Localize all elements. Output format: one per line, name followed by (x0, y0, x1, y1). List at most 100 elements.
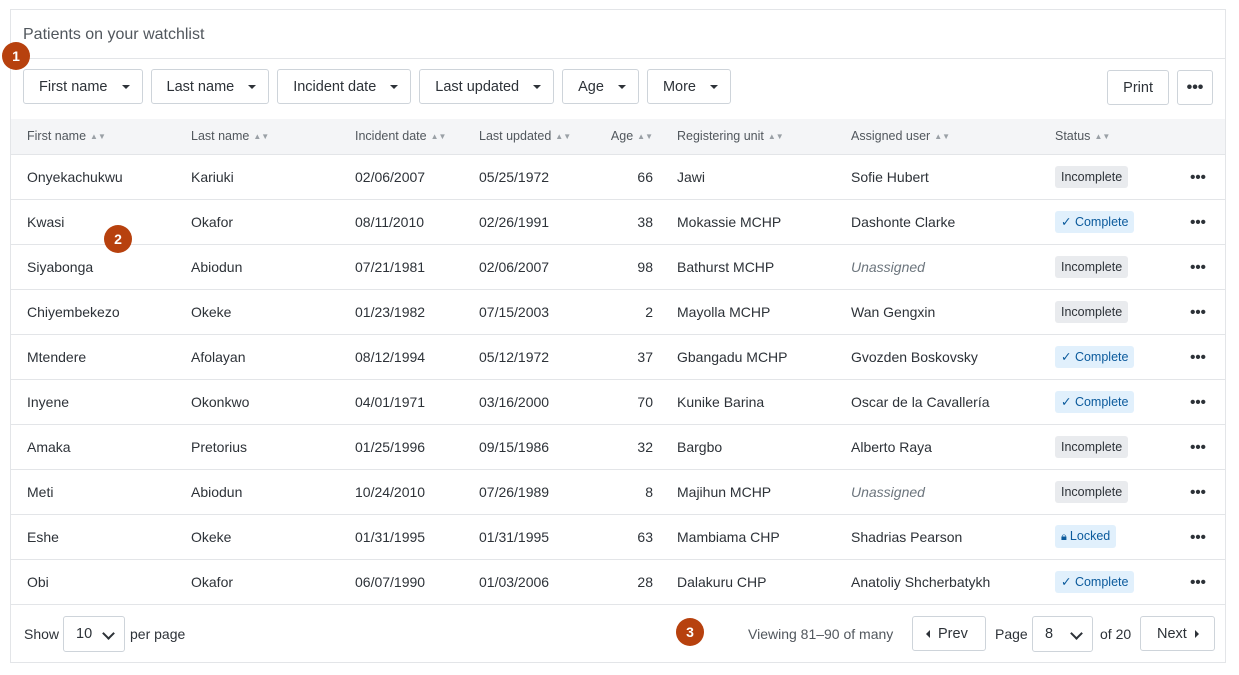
first-name-cell: Inyene (11, 379, 175, 425)
next-label: Next (1157, 625, 1187, 642)
last-name-cell: Kariuki (175, 154, 339, 200)
row-actions-button[interactable]: ••• (1171, 154, 1225, 200)
ellipsis-icon: ••• (1190, 348, 1206, 366)
filter-last-updated-button[interactable]: Last updated (419, 69, 555, 104)
column-header[interactable]: Last name ▲▼ (175, 119, 339, 155)
assigned-user-cell: Wan Gengxin (835, 289, 1039, 335)
sort-icon: ▲▼ (934, 132, 951, 142)
status-badge: Incomplete (1055, 435, 1129, 458)
incident-date-cell: 07/21/1981 (339, 244, 463, 290)
ellipsis-icon: ••• (1190, 258, 1206, 276)
last-name-cell: Okafor (175, 559, 339, 605)
assigned-user-cell: Unassigned (835, 244, 1039, 290)
first-name-cell: Chiyembekezo (11, 289, 175, 335)
table-row[interactable]: Siyabonga Abiodun 07/21/1981 02/06/2007 98 Ba… (11, 244, 1225, 290)
assigned-user-cell: Dashonte Clarke (835, 199, 1039, 245)
age-cell: 63 (587, 514, 661, 560)
prev-page-button[interactable]: Prev (912, 616, 986, 651)
row-actions-button[interactable]: ••• (1171, 469, 1225, 515)
table-row[interactable]: Obi Okafor 06/07/1990 01/03/2006 28 Dalakuru … (11, 559, 1225, 605)
last-updated-cell: 09/15/1986 (463, 424, 587, 470)
assigned-user-cell: Unassigned (835, 469, 1039, 515)
status-cell: Incomplete (1039, 469, 1171, 515)
age-cell: 66 (587, 154, 661, 200)
row-actions-button[interactable]: ••• (1171, 424, 1225, 470)
table-row[interactable]: Chiyembekezo Okeke 01/23/1982 07/15/2003 2 Ma… (11, 289, 1225, 335)
last-updated-cell: 02/06/2007 (463, 244, 587, 290)
next-page-button[interactable]: Next (1140, 616, 1215, 651)
registering-unit-cell: Kunike Barina (661, 379, 835, 425)
registering-unit-cell: Bargbo (661, 424, 835, 470)
registering-unit-cell: Gbangadu MCHP (661, 334, 835, 380)
table-row[interactable]: Mtendere Afolayan 08/12/1994 05/12/1972 37 Gb… (11, 334, 1225, 380)
assigned-user-cell: Gvozden Boskovsky (835, 334, 1039, 380)
first-name-cell: Onyekachukwu (11, 154, 175, 200)
column-header[interactable]: Last updated ▲▼ (463, 119, 587, 155)
row-actions-button[interactable]: ••• (1171, 379, 1225, 425)
status-label: Incomplete (1061, 259, 1123, 274)
status-label: Complete (1074, 574, 1129, 589)
filter-last-name-button[interactable]: Last name (150, 69, 270, 104)
status-badge: Incomplete (1055, 480, 1129, 503)
registering-unit-cell: Mambiama CHP (661, 514, 835, 560)
column-header-label: Last name (191, 129, 250, 144)
ellipsis-icon: ••• (1186, 78, 1204, 96)
row-actions-button[interactable]: ••• (1171, 199, 1225, 245)
check-icon: ✓ (1061, 394, 1075, 409)
table-row[interactable]: Meti Abiodun 10/24/2010 07/26/1989 8 Majihun … (11, 469, 1225, 515)
per-page-select[interactable]: 10 (63, 616, 125, 652)
table-row[interactable]: Onyekachukwu Kariuki 02/06/2007 05/25/1972 6… (11, 154, 1225, 200)
filter-first-name-button[interactable]: First name (23, 69, 143, 104)
row-actions-button[interactable]: ••• (1171, 559, 1225, 605)
column-header[interactable]: Status ▲▼ (1039, 119, 1171, 155)
caret-down-icon (709, 84, 718, 89)
age-cell: 38 (587, 199, 661, 245)
table-row[interactable]: Kwasi Okafor 08/11/2010 02/26/1991 38 Mokassi… (11, 199, 1225, 245)
column-header[interactable]: Incident date ▲▼ (339, 119, 463, 155)
column-header[interactable]: First name ▲▼ (11, 119, 175, 155)
row-actions-button[interactable]: ••• (1171, 514, 1225, 560)
column-header[interactable]: Registering unit ▲▼ (661, 119, 835, 155)
table-row[interactable]: Inyene Okonkwo 04/01/1971 03/16/2000 70 Kunik… (11, 379, 1225, 425)
age-cell: 70 (587, 379, 661, 425)
filter-more-button[interactable]: More (646, 69, 731, 104)
status-cell: ✓ Complete (1039, 379, 1171, 425)
more-actions-button[interactable]: ••• (1177, 70, 1213, 105)
assigned-user-cell: Anatoliy Shcherbatykh (835, 559, 1039, 605)
caret-down-icon (121, 84, 130, 89)
per-page-label: per page (130, 626, 186, 642)
incident-date-cell: 06/07/1990 (339, 559, 463, 605)
first-name-cell: Mtendere (11, 334, 175, 380)
row-actions-button[interactable]: ••• (1171, 244, 1225, 290)
column-header-label: Age (610, 129, 634, 144)
registering-unit-cell: Mokassie MCHP (661, 199, 835, 245)
last-name-cell: Abiodun (175, 244, 339, 290)
status-badge: Incomplete (1055, 300, 1129, 323)
filter-incident-date-button[interactable]: Incident date (277, 69, 412, 104)
column-header[interactable]: Age ▲▼ (587, 119, 661, 155)
row-actions-button[interactable]: ••• (1171, 334, 1225, 380)
age-cell: 37 (587, 334, 661, 380)
caret-down-icon (248, 84, 257, 89)
print-button[interactable]: Print (1107, 70, 1169, 105)
column-header-label: Incident date (355, 129, 427, 144)
status-cell: ✓ Complete (1039, 559, 1171, 605)
column-header-label: First name (27, 129, 87, 144)
status-cell: ✓ Complete (1039, 334, 1171, 380)
filter-age-button[interactable]: Age (562, 69, 639, 104)
status-cell: Incomplete (1039, 289, 1171, 335)
status-cell: Incomplete (1039, 424, 1171, 470)
status-cell: ✓ Complete (1039, 199, 1171, 245)
column-header-label: Assigned user (851, 129, 931, 144)
row-actions-button[interactable]: ••• (1171, 289, 1225, 335)
assigned-user-cell: Oscar de la Cavallería (835, 379, 1039, 425)
registering-unit-cell: Bathurst MCHP (661, 244, 835, 290)
column-header[interactable]: Assigned user ▲▼ (835, 119, 1039, 155)
show-label: Show (24, 626, 60, 642)
table-row[interactable]: Amaka Pretorius 01/25/1996 09/15/1986 32 Barg… (11, 424, 1225, 470)
assigned-user-cell: Shadrias Pearson (835, 514, 1039, 560)
table-header-row: First name ▲▼ Last name ▲▼ Incident date ▲▼… (11, 119, 1225, 155)
table-row[interactable]: Eshe Okeke 01/31/1995 01/31/1995 63 Mambiama … (11, 514, 1225, 560)
last-name-cell: Okeke (175, 514, 339, 560)
page-select[interactable]: 8 (1032, 616, 1093, 652)
